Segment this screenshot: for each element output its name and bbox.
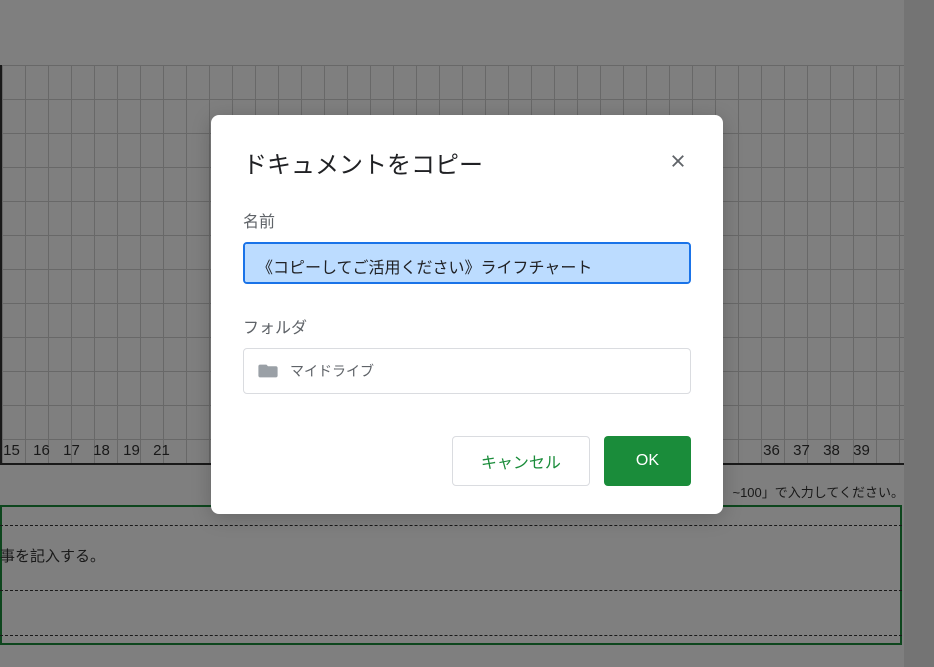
close-button[interactable] — [665, 148, 691, 177]
folder-icon — [258, 363, 278, 379]
ok-button[interactable]: OK — [604, 436, 691, 486]
cancel-button[interactable]: キャンセル — [452, 436, 590, 486]
modal-footer: キャンセル OK — [243, 436, 691, 486]
close-icon — [669, 152, 687, 173]
modal-title: ドキュメントをコピー — [243, 145, 483, 180]
folder-name: マイドライブ — [290, 361, 374, 381]
folder-label: フォルダ — [243, 314, 691, 338]
copy-document-modal: ドキュメントをコピー 名前 《コピーしてご活用ください》ライフチャート フォルダ… — [211, 115, 723, 514]
document-name-input[interactable] — [243, 242, 691, 284]
modal-header: ドキュメントをコピー — [243, 145, 691, 180]
folder-selector[interactable]: マイドライブ — [243, 348, 691, 394]
name-label: 名前 — [243, 208, 691, 232]
